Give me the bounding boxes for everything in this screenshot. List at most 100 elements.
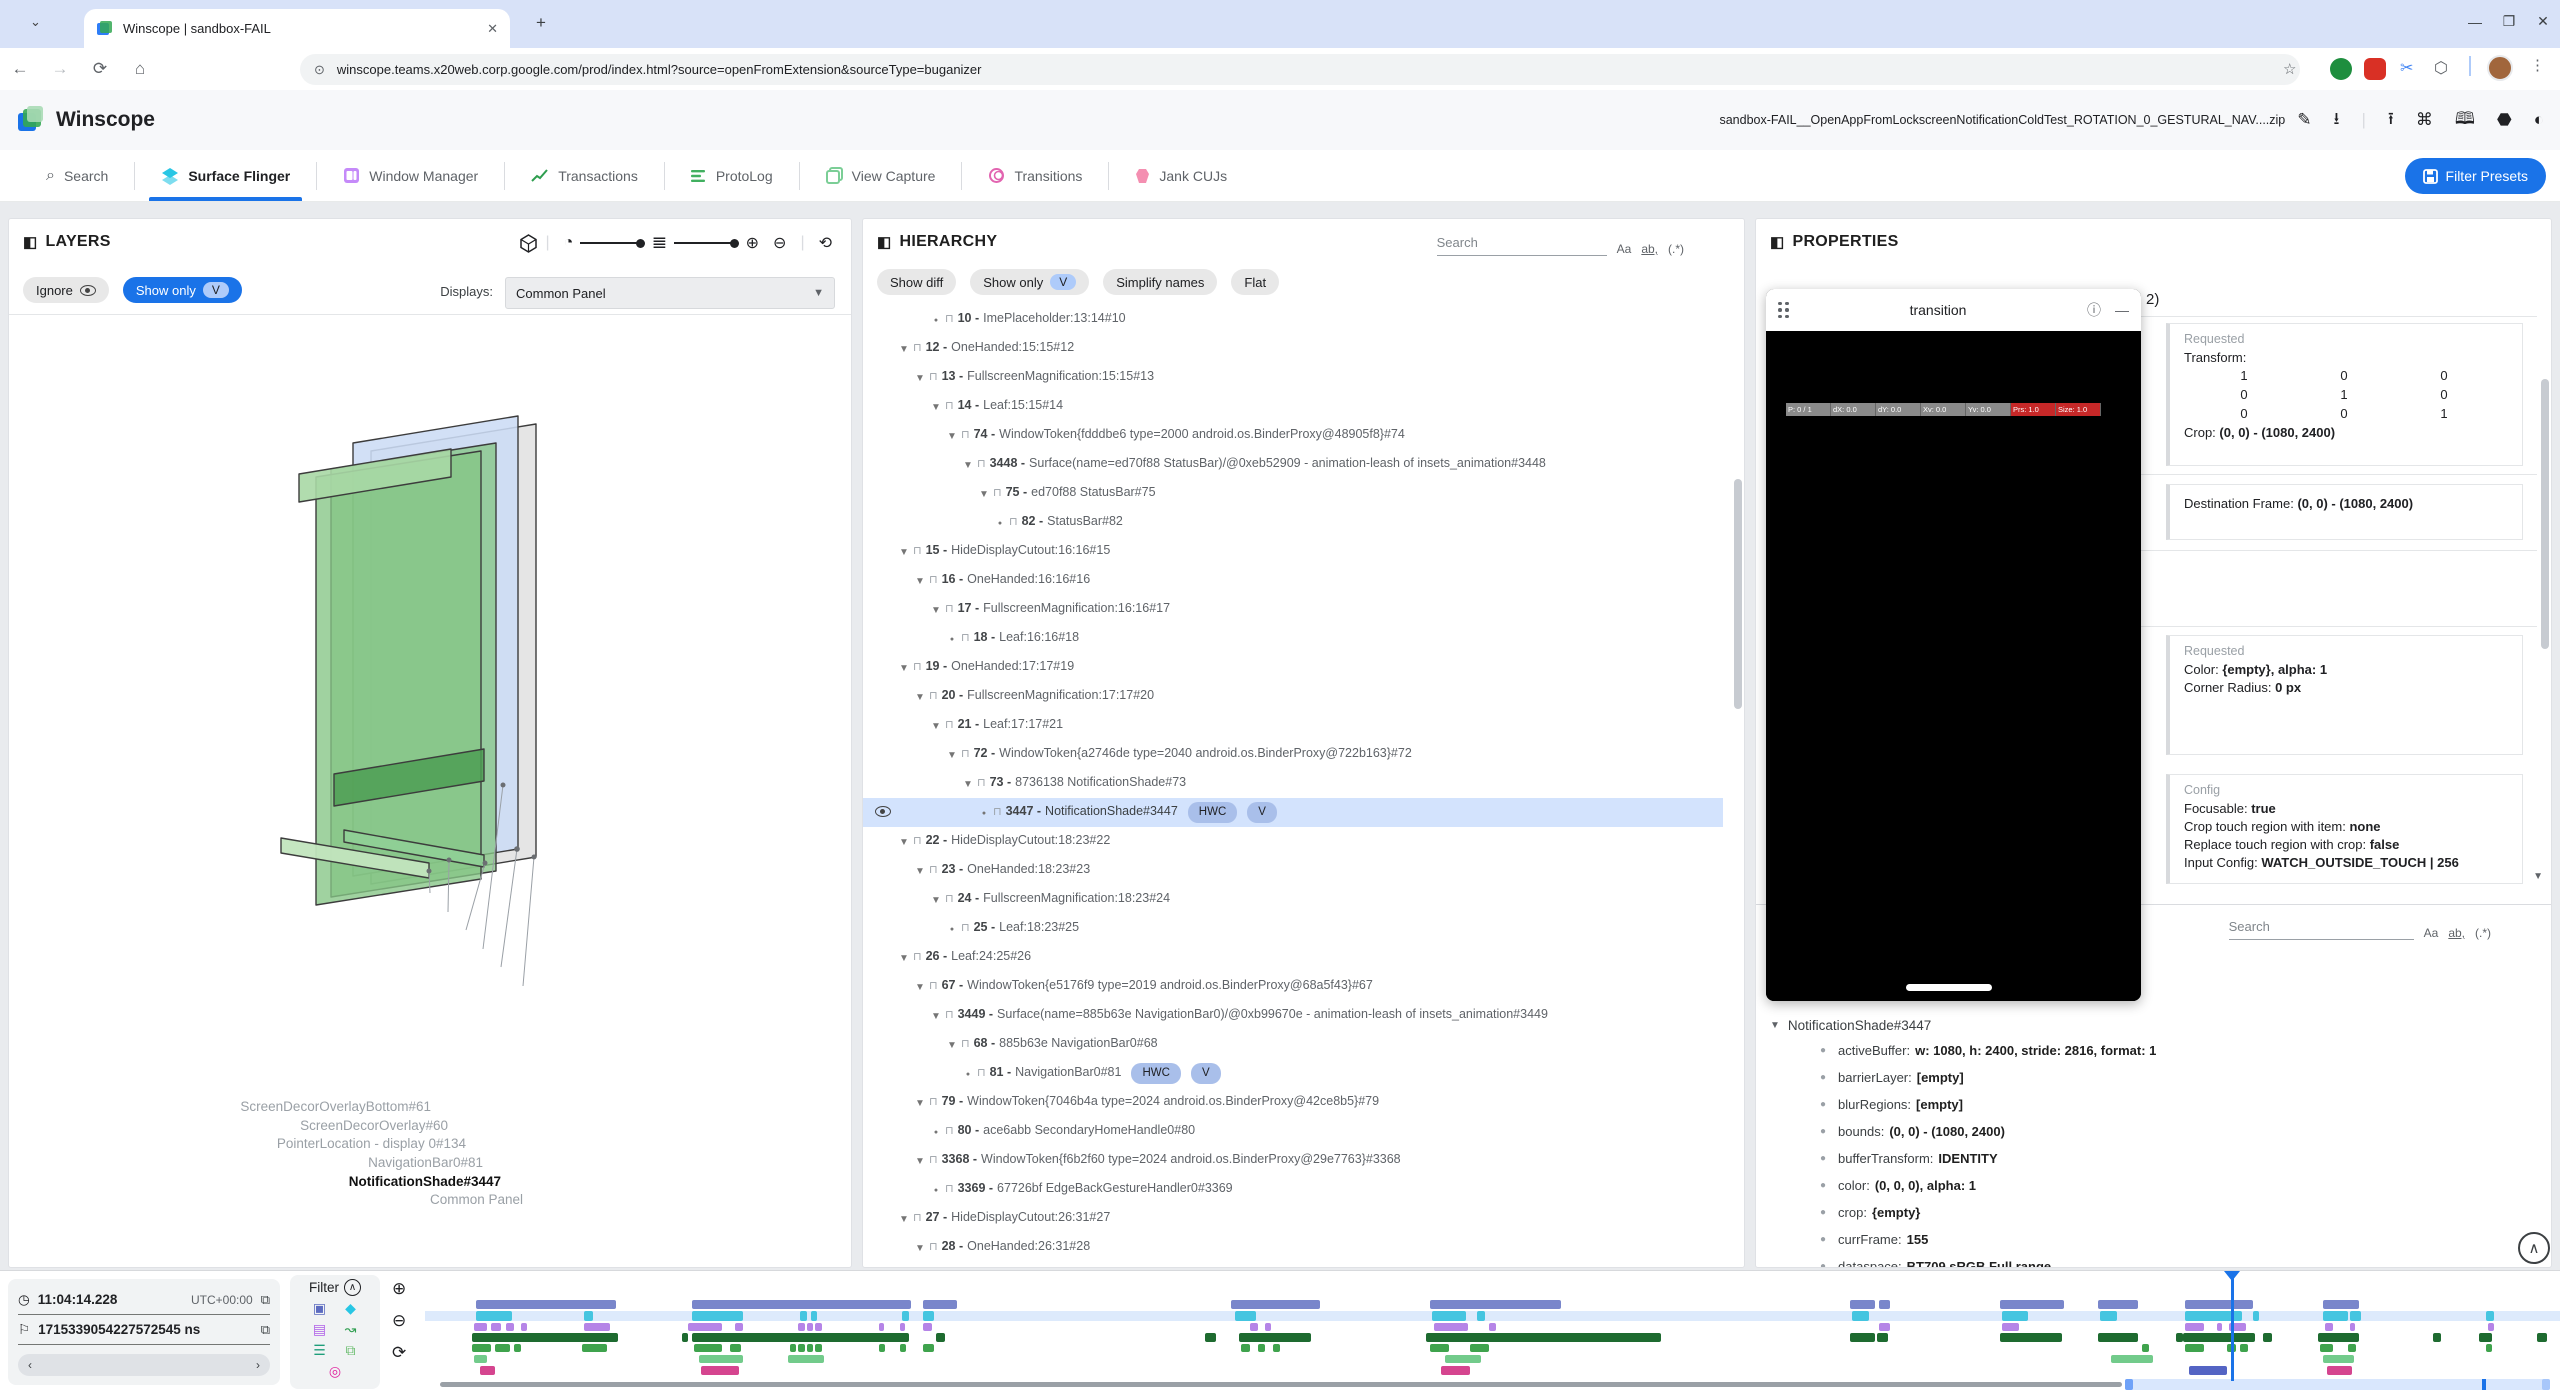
expand-arrow-icon[interactable]: ▼	[977, 485, 991, 504]
scroll-down-icon[interactable]: ▼	[2533, 871, 2543, 882]
extension-scissors-icon[interactable]: ✂	[2400, 58, 2413, 78]
visibility-eye-icon[interactable]	[875, 806, 891, 817]
browser-tab[interactable]: Winscope | sandbox-FAIL ✕	[84, 9, 510, 48]
expand-arrow-icon[interactable]: ▼	[961, 775, 975, 794]
window-manager-icon[interactable]: ▤	[304, 1321, 335, 1338]
timeline-segment-transactions[interactable]	[2479, 1333, 2492, 1342]
timeline-segment-screen-recording[interactable]	[1879, 1300, 1890, 1309]
expand-arrow-icon[interactable]: ▼	[961, 456, 975, 475]
edit-icon[interactable]: ✎	[2297, 110, 2311, 130]
timeline-segment-protolog[interactable]	[2185, 1344, 2204, 1352]
copy-icon[interactable]: ⧉	[261, 1292, 270, 1308]
timeline-segment-window-manager[interactable]	[521, 1323, 527, 1331]
property-row[interactable]: ●bufferTransform:IDENTITY	[1756, 1145, 2551, 1172]
window-minimize-button[interactable]: —	[2468, 14, 2482, 30]
expand-arrow-icon[interactable]: ▼	[913, 1152, 927, 1171]
tab-jank-cujs[interactable]: Jank CUJs	[1109, 150, 1253, 201]
expand-arrow-icon[interactable]: ▼	[913, 862, 927, 881]
pin-icon[interactable]: ⊓	[945, 1122, 954, 1141]
transition-overlay-window[interactable]: transition ⓘ — P: 0 / 1dX: 0.0dY: 0.0Xv:…	[1766, 289, 2141, 1001]
pin-icon[interactable]: ⊓	[913, 948, 922, 967]
extension-check-icon[interactable]	[2330, 58, 2352, 80]
tree-row[interactable]: ▼⊓20 -FullscreenMagnification:17:17#20	[863, 682, 1723, 711]
timeline-segment-transitions[interactable]	[701, 1366, 739, 1375]
url-bar[interactable]: ⊙ winscope.teams.x20web.corp.google.com/…	[300, 54, 2300, 85]
hierarchy-chip[interactable]: Flat	[1231, 269, 1279, 295]
property-row[interactable]: ●color:(0, 0, 0), alpha: 1	[1756, 1172, 2551, 1199]
window-restore-button[interactable]: ❐	[2502, 13, 2516, 30]
timeline-segment-surface-flinger[interactable]	[1432, 1311, 1466, 1321]
tab-close-icon[interactable]: ✕	[487, 21, 498, 37]
pin-icon[interactable]: ⊓	[945, 1180, 954, 1199]
layer-label[interactable]: NotificationShade#3447	[349, 1174, 501, 1189]
hierarchy-chip[interactable]: Simplify names	[1103, 269, 1217, 295]
tree-row[interactable]: ▼⊓27 -HideDisplayCutout:26:31#27	[863, 1204, 1723, 1233]
tree-row[interactable]: ●⊓82 -StatusBar#82	[863, 508, 1723, 537]
timeline-segment-window-manager[interactable]	[879, 1323, 884, 1331]
timeline-segment-view-capture[interactable]	[699, 1355, 744, 1363]
pin-icon[interactable]: ⊓	[961, 426, 970, 445]
property-row[interactable]: ●currFrame:155	[1756, 1226, 2551, 1253]
hierarchy-chip[interactable]: Show onlyV	[970, 269, 1089, 295]
timeline-segment-transactions[interactable]	[2183, 1333, 2255, 1342]
pin-icon[interactable]: ⊓	[929, 861, 938, 880]
pin-icon[interactable]: ⊓	[929, 571, 938, 590]
view-capture-icon[interactable]: ⧉	[335, 1342, 366, 1359]
expand-arrow-icon[interactable]: ▼	[913, 1094, 927, 1113]
tree-row[interactable]: ●⊓3369 -67726bf EdgeBackGestureHandler0#…	[863, 1175, 1723, 1204]
timeline-segment-surface-flinger[interactable]	[2002, 1311, 2027, 1321]
timeline-segment-window-manager[interactable]	[1462, 1323, 1468, 1331]
pin-icon[interactable]: ⊓	[993, 484, 1002, 503]
timeline-segment-surface-flinger[interactable]	[1852, 1311, 1869, 1321]
timeline-segment-protolog[interactable]	[815, 1344, 821, 1352]
timeline-segment-screen-recording[interactable]	[1231, 1300, 1320, 1309]
tree-row[interactable]: ▼⊓68 -885b63e NavigationBar0#68	[863, 1030, 1723, 1059]
tree-row[interactable]: ▼⊓15 -HideDisplayCutout:16:16#15	[863, 537, 1723, 566]
timeline-segment-transitions[interactable]	[2327, 1366, 2352, 1375]
timeline-segment-window-manager[interactable]	[2217, 1323, 2222, 1331]
reset-view-icon[interactable]: ⟲	[819, 233, 832, 253]
timeline-segment-window-manager[interactable]	[735, 1323, 743, 1331]
regex-icon[interactable]: (.*)	[1668, 242, 1684, 256]
timeline-segment-transactions[interactable]	[1239, 1333, 1311, 1342]
tree-row[interactable]: ▼⊓21 -Leaf:17:17#21	[863, 711, 1723, 740]
timeline-segment-window-manager[interactable]	[688, 1323, 722, 1331]
tab-search[interactable]: ⌕ Search	[20, 150, 134, 201]
expand-arrow-icon[interactable]: ▼	[929, 717, 943, 736]
property-tree-root[interactable]: ▼ NotificationShade#3447	[1756, 1011, 2551, 1037]
timeline-segment-screen-recording[interactable]	[2000, 1300, 2064, 1309]
tree-row[interactable]: ▼⊓19 -OneHanded:17:17#19	[863, 653, 1723, 682]
expand-arrow-icon[interactable]: ▼	[913, 978, 927, 997]
copy-icon[interactable]: ⧉	[261, 1322, 270, 1338]
property-row[interactable]: ●crop:{empty}	[1756, 1199, 2551, 1226]
expand-arrow-icon[interactable]: ▼	[945, 746, 959, 765]
timeline-segment-window-manager[interactable]	[1265, 1323, 1271, 1331]
timeline-segment-protolog[interactable]	[1258, 1344, 1264, 1352]
tree-row[interactable]: ▼⊓24 -FullscreenMagnification:18:23#24	[863, 885, 1723, 914]
timeline-segment-surface-flinger[interactable]	[800, 1311, 806, 1321]
timeline-segment-window-manager[interactable]	[2325, 1323, 2333, 1331]
timeline-segment-transactions[interactable]	[2318, 1333, 2358, 1342]
timeline-segment-view-capture[interactable]	[474, 1355, 487, 1363]
pin-icon[interactable]: ⊓	[1009, 513, 1018, 532]
pin-icon[interactable]: ⊓	[945, 890, 954, 909]
timeline-segment-screen-recording[interactable]	[476, 1300, 616, 1309]
timeline-segment-surface-flinger[interactable]	[2486, 1311, 2494, 1321]
timeline-segment-window-manager[interactable]	[2185, 1323, 2204, 1331]
tree-row[interactable]: ▼⊓28 -OneHanded:26:31#28	[863, 1233, 1723, 1262]
drag-handle-icon[interactable]	[1778, 302, 1789, 319]
timeline-segment-protolog[interactable]	[582, 1344, 607, 1352]
shortcuts-icon[interactable]: ⌘	[2416, 110, 2433, 130]
tab-protolog[interactable]: ProtoLog	[665, 150, 799, 201]
timeline-segment-window-manager[interactable]	[807, 1323, 813, 1331]
tree-row[interactable]: ●⊓10 -ImePlaceholder:13:14#10	[863, 305, 1723, 334]
expand-arrow-icon[interactable]: ▼	[897, 543, 911, 562]
timeline-segment-window-manager[interactable]	[1489, 1323, 1495, 1331]
rotation-slider[interactable]	[580, 239, 645, 248]
timeline-segment-screen-recording[interactable]	[2098, 1300, 2138, 1309]
tree-row[interactable]: ●⊓3447 -NotificationShade#3447HWCV	[863, 798, 1723, 827]
timeline-segment-surface-flinger[interactable]	[902, 1311, 908, 1321]
pin-icon[interactable]: ⊓	[961, 1035, 970, 1054]
expand-arrow-icon[interactable]: ▼	[929, 891, 943, 910]
tree-row[interactable]: ▼⊓16 -OneHanded:16:16#16	[863, 566, 1723, 595]
